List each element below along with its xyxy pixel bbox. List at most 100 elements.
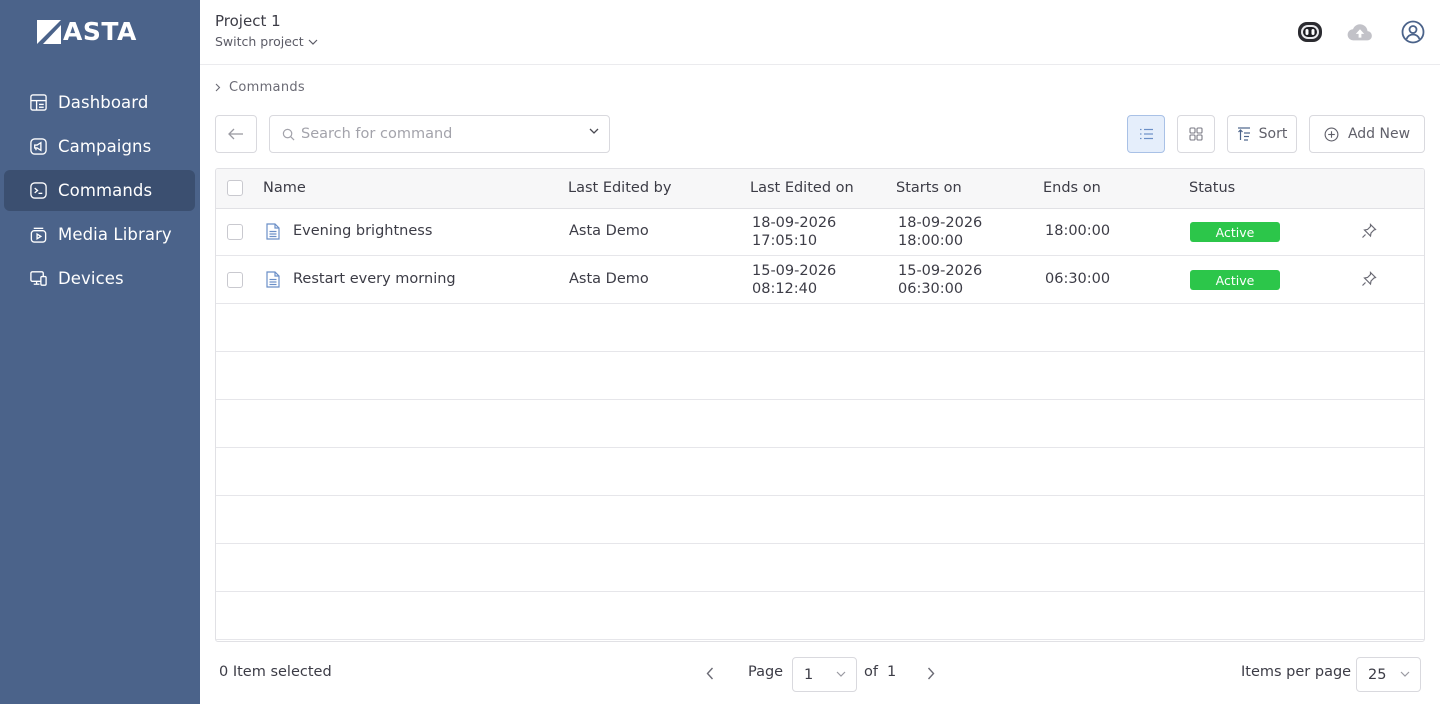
breadcrumb-current[interactable]: Commands <box>229 80 305 95</box>
chevron-down-icon <box>308 39 318 45</box>
total-pages: 1 <box>887 664 897 680</box>
sidebar-item-label: Media Library <box>58 225 172 244</box>
items-per-page-select[interactable]: 25 <box>1356 657 1421 692</box>
command-name[interactable]: Evening brightness <box>293 223 432 239</box>
sidebar-item-label: Commands <box>58 181 153 200</box>
page-select-value: 1 <box>804 666 814 683</box>
of-label: of <box>864 664 878 680</box>
ends-on: 06:30:00 <box>1045 271 1111 287</box>
add-new-button[interactable]: Add New <box>1309 115 1425 153</box>
table-row[interactable]: Restart every morning Asta Demo 15-09-20… <box>216 256 1424 304</box>
devices-icon <box>28 269 48 289</box>
column-header-status[interactable]: Status <box>1189 180 1235 196</box>
command-search[interactable] <box>269 115 610 153</box>
command-name[interactable]: Restart every morning <box>293 271 456 287</box>
table-row[interactable]: Evening brightness Asta Demo 18-09-2026 … <box>216 208 1424 256</box>
cloud-upload-icon[interactable] <box>1346 18 1374 46</box>
empty-row <box>216 544 1424 592</box>
empty-row <box>216 496 1424 544</box>
pin-icon[interactable] <box>1361 271 1377 287</box>
items-per-page-value: 25 <box>1368 666 1387 683</box>
document-icon <box>266 271 280 288</box>
chevron-left-icon <box>706 667 714 679</box>
user-avatar-icon[interactable] <box>1399 18 1427 46</box>
dashboard-icon <box>28 93 48 113</box>
terminal-icon <box>28 181 48 201</box>
column-header-last-edited-on[interactable]: Last Edited on <box>750 180 854 196</box>
search-input[interactable] <box>301 126 571 142</box>
chevron-right-icon <box>215 83 221 92</box>
back-button[interactable] <box>215 115 257 153</box>
prev-page-button[interactable] <box>700 663 720 683</box>
column-header-starts-on[interactable]: Starts on <box>896 180 962 196</box>
sort-button[interactable]: Sort <box>1227 115 1297 153</box>
switch-project-label: Switch project <box>215 34 304 49</box>
starts-on: 18-09-2026 18:00:00 <box>898 214 982 250</box>
starts-on-date: 18-09-2026 <box>898 215 983 231</box>
search-icon <box>282 128 295 140</box>
breadcrumb: Commands <box>215 80 305 95</box>
next-page-button[interactable] <box>921 663 941 683</box>
sidebar-nav: Dashboard Campaigns Commands Media Libra… <box>4 82 195 302</box>
switch-project-button[interactable]: Switch project <box>215 34 318 49</box>
plus-circle-icon <box>1324 127 1339 141</box>
last-edited-on-date: 18-09-2026 <box>752 215 837 231</box>
status-badge: Active <box>1190 270 1280 290</box>
items-per-page-label: Items per page <box>1241 664 1352 680</box>
last-edited-by: Asta Demo <box>569 223 649 239</box>
page-select[interactable]: 1 <box>792 657 857 692</box>
grid-icon <box>1189 127 1203 141</box>
sort-icon <box>1237 127 1250 141</box>
pin-icon[interactable] <box>1361 223 1377 239</box>
row-checkbox[interactable] <box>227 272 243 288</box>
arrow-left-icon <box>228 128 243 140</box>
sidebar-item-commands[interactable]: Commands <box>4 170 195 211</box>
starts-on-time: 18:00:00 <box>898 233 964 249</box>
status-badge: Active <box>1190 222 1280 242</box>
chevron-down-icon <box>836 671 846 677</box>
sidebar: ASTA Dashboard Campaigns Commands Media … <box>0 0 200 704</box>
media-library-icon <box>28 225 48 245</box>
logo-mark-icon <box>37 20 61 44</box>
column-header-name[interactable]: Name <box>263 180 306 196</box>
chevron-down-icon[interactable] <box>589 128 599 134</box>
last-edited-on: 15-09-2026 08:12:40 <box>752 262 836 298</box>
brand-name: ASTA <box>63 17 137 46</box>
list-view-button[interactable] <box>1127 115 1165 153</box>
selected-count: 0 Item selected <box>219 664 332 680</box>
sidebar-item-media-library[interactable]: Media Library <box>4 214 195 255</box>
document-icon <box>266 223 280 240</box>
sidebar-item-label: Devices <box>58 269 124 288</box>
project-title: Project 1 <box>215 12 281 30</box>
row-checkbox[interactable] <box>227 224 243 240</box>
starts-on-time: 06:30:00 <box>898 281 964 297</box>
chevron-down-icon <box>1400 671 1410 677</box>
empty-row <box>216 352 1424 400</box>
brand-logo[interactable]: ASTA <box>37 19 137 45</box>
sidebar-item-label: Dashboard <box>58 93 149 112</box>
assistant-bot-icon[interactable] <box>1296 18 1324 46</box>
sidebar-item-campaigns[interactable]: Campaigns <box>4 126 195 167</box>
add-new-label: Add New <box>1347 126 1411 142</box>
starts-on-date: 15-09-2026 <box>898 263 983 279</box>
list-icon <box>1139 128 1153 140</box>
table-header: Name Last Edited by Last Edited on Start… <box>216 169 1424 209</box>
sidebar-item-dashboard[interactable]: Dashboard <box>4 82 195 123</box>
sidebar-item-devices[interactable]: Devices <box>4 258 195 299</box>
commands-table: Name Last Edited by Last Edited on Start… <box>215 168 1425 642</box>
sidebar-item-label: Campaigns <box>58 137 152 156</box>
last-edited-on: 18-09-2026 17:05:10 <box>752 214 836 250</box>
column-header-ends-on[interactable]: Ends on <box>1043 180 1101 196</box>
last-edited-on-time: 17:05:10 <box>752 233 818 249</box>
campaigns-icon <box>28 137 48 157</box>
page-label: Page <box>748 664 784 680</box>
last-edited-on-date: 15-09-2026 <box>752 263 837 279</box>
select-all-checkbox[interactable] <box>227 180 243 196</box>
top-header: Project 1 Switch project <box>200 0 1440 65</box>
grid-view-button[interactable] <box>1177 115 1215 153</box>
last-edited-on-time: 08:12:40 <box>752 281 818 297</box>
column-header-last-edited-by[interactable]: Last Edited by <box>568 180 671 196</box>
empty-row <box>216 448 1424 496</box>
ends-on: 18:00:00 <box>1045 223 1111 239</box>
empty-row <box>216 400 1424 448</box>
